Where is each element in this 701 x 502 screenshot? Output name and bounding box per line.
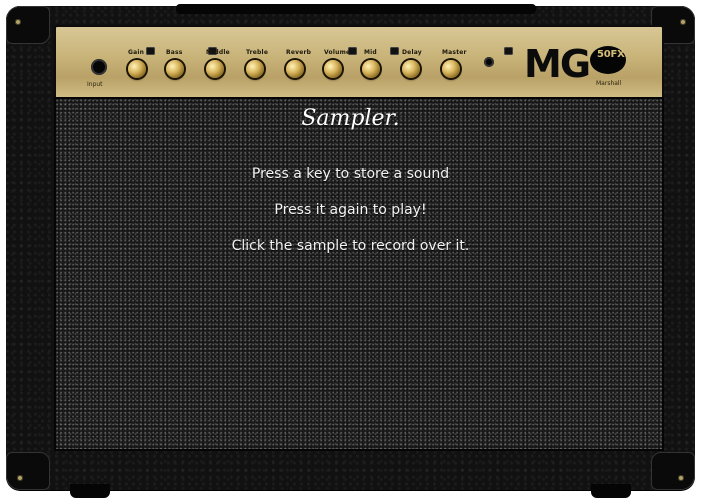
corner-protector-bottom-left: [6, 452, 50, 490]
corner-protector-bottom-right: [651, 452, 695, 490]
top-handle: [176, 4, 536, 14]
toggle-switch: [390, 47, 399, 55]
delay-knob: [402, 60, 420, 78]
mid-knob: [362, 60, 380, 78]
knob-label: Delay: [402, 49, 422, 56]
brand-logo: MG 50FX Marshall: [524, 42, 634, 87]
knob-label: Volume: [324, 49, 351, 56]
control-panel: Input Gain Bass Middle Treble Reverb Vol…: [54, 25, 664, 101]
reverb-knob: [286, 60, 304, 78]
logo-subtext: Marshall: [596, 80, 622, 87]
toggle-switch: [504, 47, 513, 55]
knob-label: Treble: [246, 49, 269, 56]
input-jack: [91, 59, 107, 75]
logo-mg-text: MG: [524, 42, 591, 86]
knob-label: Reverb: [286, 49, 312, 56]
knob-label: Middle: [206, 49, 230, 56]
instruction-line-3: Click the sample to record over it.: [231, 238, 470, 254]
treble-knob: [246, 60, 264, 78]
volume-knob: [324, 60, 342, 78]
master-knob: [442, 60, 460, 78]
knob-label: Gain: [128, 49, 145, 56]
headphone-jack: [484, 57, 494, 67]
input-jack-label: Input: [87, 81, 103, 88]
logo-badge: 50FX: [590, 46, 626, 74]
foot: [591, 484, 631, 498]
middle-knob: [206, 60, 224, 78]
knob-label: Mid: [364, 49, 377, 56]
instruction-line-1: Press a key to store a sound: [251, 166, 450, 182]
foot: [70, 484, 110, 498]
gain-knob: [128, 60, 146, 78]
corner-protector-top-left: [6, 6, 50, 44]
sampler-title: Sampler.: [301, 106, 400, 131]
toggle-switch: [146, 47, 155, 55]
bass-knob: [166, 60, 184, 78]
knob-label: Bass: [166, 49, 183, 56]
knob-label: Master: [442, 49, 467, 56]
speaker-grille: [54, 97, 664, 451]
logo-badge-text: 50FX: [597, 49, 625, 60]
instruction-line-2: Press it again to play!: [274, 202, 427, 218]
